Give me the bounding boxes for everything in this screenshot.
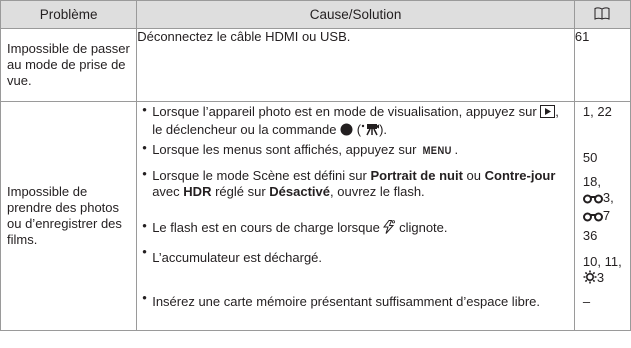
reference-section-icon (582, 210, 603, 226)
solution-cell: Déconnectez le câble HDMI ou USB. (136, 28, 575, 102)
table-header-row: Problème Cause/Solution (0, 0, 631, 29)
list-item: Le flash est en cours de charge lorsque … (137, 218, 568, 244)
problem-cell: Impossible de passer au mode de prise de… (0, 28, 138, 102)
problem-cell: Impossible de prendre des photos ou d’en… (0, 101, 138, 331)
list-item: Lorsque le mode Scène est défini sur Por… (137, 166, 568, 218)
list-item: Insérez une carte mémoire présentant suf… (137, 290, 568, 330)
list-item: L’accumulateur est déchargé. (137, 244, 568, 290)
table-row: Impossible de prendre des photos ou d’en… (0, 101, 631, 331)
list-item: Lorsque l’appareil photo est en mode de … (137, 102, 568, 140)
playback-button-icon (540, 105, 556, 122)
page-ref: 36 (582, 228, 598, 243)
solution-list: Lorsque l’appareil photo est en mode de … (137, 102, 574, 330)
table-row: Impossible de passer au mode de prise de… (0, 28, 631, 102)
page-ref: 1, 22 (582, 104, 612, 119)
cause-solution-header: Cause/Solution (136, 0, 575, 29)
list-item: Lorsque les menus sont affichés, appuyez… (137, 140, 568, 166)
solution-text: Déconnectez le câble HDMI ou USB. (137, 29, 351, 44)
page-ref: 50 (582, 150, 598, 165)
page-ref-cell: 61 (573, 28, 631, 102)
flash-lamp-icon (383, 220, 396, 238)
page-ref: 18, 3, 7 (582, 174, 630, 226)
movie-record-button-icon (340, 123, 353, 140)
reference-section-icon (582, 192, 603, 208)
book-icon (594, 6, 610, 24)
tips-section-icon (583, 270, 597, 288)
movie-icon (361, 123, 380, 140)
page-ref: 10, 11, 3 (583, 252, 630, 294)
troubleshooting-table: Problème Cause/Solution Impossible de pa… (0, 0, 631, 331)
menu-button-label: MENU (422, 145, 452, 157)
page-ref-header (573, 0, 631, 29)
problem-header: Problème (0, 0, 138, 29)
solution-cell: Lorsque l’appareil photo est en mode de … (136, 101, 575, 331)
page-ref-cell: 1, 22 50 18, 3, 7 36 10, 11, 3 – (573, 101, 631, 331)
page-ref: – (582, 294, 591, 309)
